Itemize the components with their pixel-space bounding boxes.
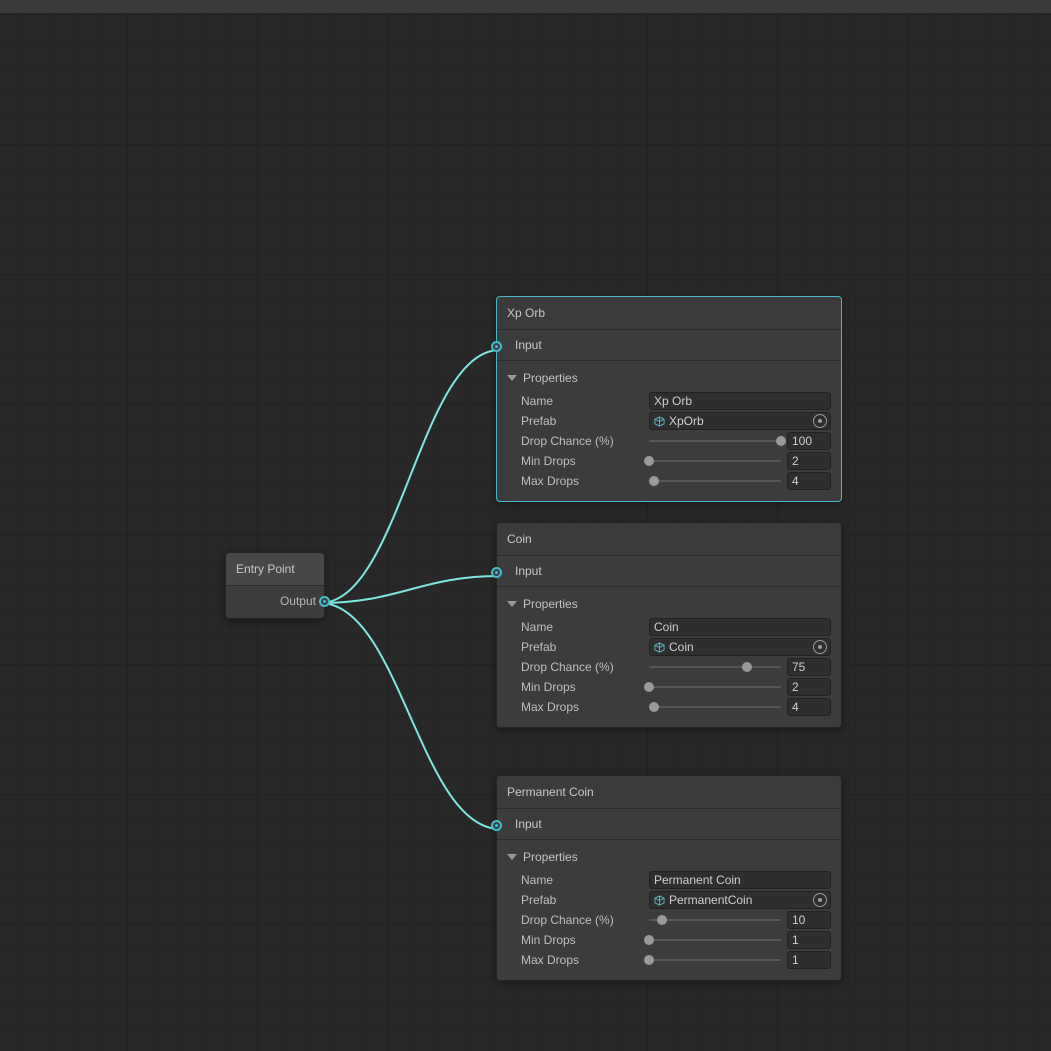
node-title[interactable]: Entry Point — [226, 553, 324, 586]
top-bar — [0, 0, 1051, 14]
drop-chance-value[interactable] — [787, 432, 831, 450]
chevron-down-icon — [507, 601, 517, 607]
field-drop-chance-label: Drop Chance (%) — [521, 913, 641, 927]
properties-label: Properties — [523, 371, 578, 385]
field-prefab-label: Prefab — [521, 414, 641, 428]
object-picker-button[interactable] — [813, 893, 827, 907]
max-drops-value[interactable] — [787, 472, 831, 490]
prefab-icon — [654, 642, 665, 653]
chevron-down-icon — [507, 375, 517, 381]
drop-chance-value[interactable] — [787, 911, 831, 929]
input-label: Input — [515, 338, 542, 352]
object-picker-button[interactable] — [813, 640, 827, 654]
properties-foldout[interactable]: Properties — [507, 593, 831, 617]
field-name-label: Name — [521, 620, 641, 634]
node-xp-orb[interactable]: Xp Orb Input Properties Name Prefab — [496, 296, 842, 502]
min-drops-slider[interactable] — [649, 933, 781, 947]
properties-label: Properties — [523, 597, 578, 611]
input-row: Input — [497, 809, 841, 840]
field-max-label: Max Drops — [521, 953, 641, 967]
name-field[interactable] — [649, 392, 831, 410]
max-drops-value[interactable] — [787, 951, 831, 969]
field-prefab-label: Prefab — [521, 640, 641, 654]
input-row: Input — [497, 330, 841, 361]
field-drop-chance-label: Drop Chance (%) — [521, 434, 641, 448]
min-drops-value[interactable] — [787, 931, 831, 949]
drop-chance-value[interactable] — [787, 658, 831, 676]
max-drops-slider[interactable] — [649, 700, 781, 714]
node-title[interactable]: Coin — [497, 523, 841, 556]
field-name-label: Name — [521, 873, 641, 887]
field-max-label: Max Drops — [521, 474, 641, 488]
prefab-name: XpOrb — [669, 414, 809, 428]
object-picker-button[interactable] — [813, 414, 827, 428]
properties-foldout[interactable]: Properties — [507, 367, 831, 391]
graph-canvas[interactable]: Entry Point Output Xp Orb Input Properti… — [0, 14, 1051, 1051]
output-port-label: Output — [280, 594, 316, 608]
drop-chance-slider[interactable] — [649, 913, 781, 927]
field-prefab-label: Prefab — [521, 893, 641, 907]
input-port[interactable] — [491, 567, 502, 578]
node-title[interactable]: Xp Orb — [497, 297, 841, 330]
field-name-label: Name — [521, 394, 641, 408]
node-permanent-coin[interactable]: Permanent Coin Input Properties Name Pre… — [496, 775, 842, 981]
node-entry-point[interactable]: Entry Point Output — [225, 552, 325, 619]
input-port[interactable] — [491, 341, 502, 352]
properties-label: Properties — [523, 850, 578, 864]
node-title[interactable]: Permanent Coin — [497, 776, 841, 809]
prefab-object-field[interactable]: Coin — [649, 638, 831, 656]
min-drops-slider[interactable] — [649, 680, 781, 694]
drop-chance-slider[interactable] — [649, 434, 781, 448]
prefab-name: PermanentCoin — [669, 893, 809, 907]
min-drops-value[interactable] — [787, 678, 831, 696]
field-drop-chance-label: Drop Chance (%) — [521, 660, 641, 674]
input-row: Input — [497, 556, 841, 587]
prefab-object-field[interactable]: XpOrb — [649, 412, 831, 430]
max-drops-slider[interactable] — [649, 474, 781, 488]
field-min-label: Min Drops — [521, 454, 641, 468]
prefab-icon — [654, 895, 665, 906]
node-coin[interactable]: Coin Input Properties Name Prefab — [496, 522, 842, 728]
max-drops-value[interactable] — [787, 698, 831, 716]
drop-chance-slider[interactable] — [649, 660, 781, 674]
name-field[interactable] — [649, 871, 831, 889]
prefab-icon — [654, 416, 665, 427]
min-drops-slider[interactable] — [649, 454, 781, 468]
input-label: Input — [515, 817, 542, 831]
output-port[interactable] — [319, 596, 330, 607]
prefab-name: Coin — [669, 640, 809, 654]
name-field[interactable] — [649, 618, 831, 636]
min-drops-value[interactable] — [787, 452, 831, 470]
input-label: Input — [515, 564, 542, 578]
properties-foldout[interactable]: Properties — [507, 846, 831, 870]
field-min-label: Min Drops — [521, 680, 641, 694]
field-min-label: Min Drops — [521, 933, 641, 947]
input-port[interactable] — [491, 820, 502, 831]
prefab-object-field[interactable]: PermanentCoin — [649, 891, 831, 909]
chevron-down-icon — [507, 854, 517, 860]
field-max-label: Max Drops — [521, 700, 641, 714]
max-drops-slider[interactable] — [649, 953, 781, 967]
